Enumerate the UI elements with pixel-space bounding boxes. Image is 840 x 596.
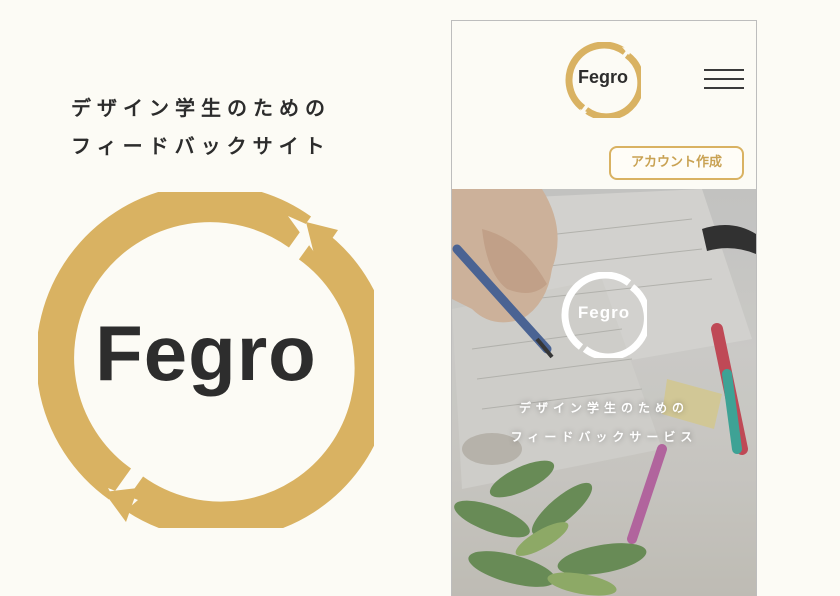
hero-logo-wordmark: Fegro [577, 303, 631, 322]
create-account-button[interactable]: アカウント作成 [609, 146, 744, 180]
hero-tagline-line-1: デザイン学生のための [518, 401, 689, 415]
logo-wordmark: Fegro [95, 309, 317, 397]
hero-tagline-line-2: フィードバックサービス [510, 430, 698, 444]
hero-tagline: デザイン学生のための フィードバックサービス [452, 394, 756, 452]
mobile-header: Fegro アカウント作成 [452, 21, 756, 189]
tagline-line-2: フィードバックサイト [71, 134, 331, 158]
brand-panel: デザイン学生のための フィードバックサイト Fegro [0, 0, 430, 596]
hero-logo: Fegro [561, 271, 651, 361]
hero-section: Fegro デザイン学生のための フィードバックサービス [452, 189, 756, 596]
hamburger-menu-icon[interactable] [704, 67, 746, 91]
hero-overlay [452, 189, 756, 596]
fegro-logo-large: Fegro [36, 184, 393, 540]
header-logo[interactable]: Fegro [565, 41, 645, 121]
tagline: デザイン学生のための フィードバックサイト [71, 89, 391, 165]
tagline-line-1: デザイン学生のための [71, 96, 331, 120]
mobile-preview: Fegro アカウント作成 Fegro デザイン学生のための フィードバックサー… [451, 20, 757, 596]
header-logo-wordmark: Fegro [577, 67, 628, 87]
